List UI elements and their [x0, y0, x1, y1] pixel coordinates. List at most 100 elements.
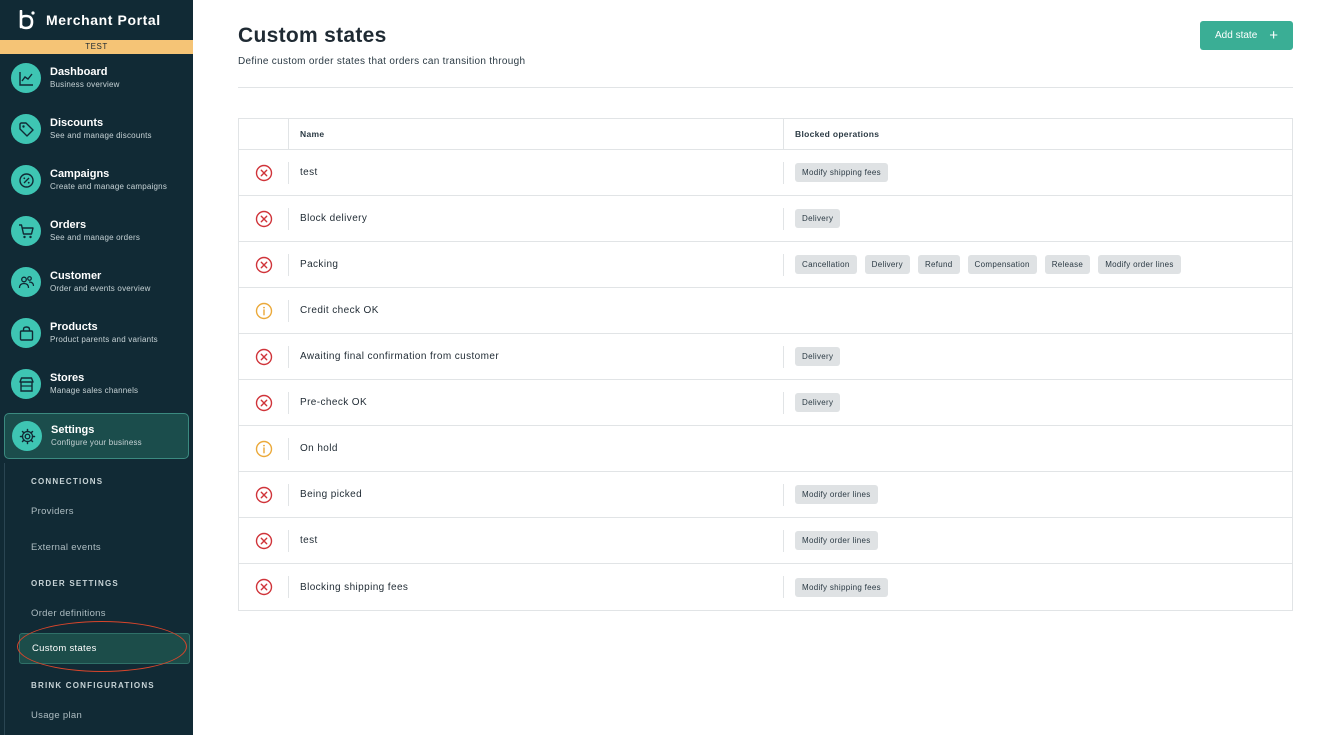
nav-item-campaigns[interactable]: Campaigns Create and manage campaigns [4, 157, 189, 203]
state-name: Block delivery [288, 207, 783, 230]
table-row[interactable]: Credit check OK [239, 288, 1292, 334]
header-icon-col [239, 119, 288, 149]
operation-tag: Cancellation [795, 255, 857, 274]
nav-item-dashboard[interactable]: Dashboard Business overview [4, 55, 189, 101]
main-content: Custom states Define custom order states… [193, 0, 1328, 735]
nav-sub-dashboard: Business overview [50, 80, 120, 89]
subnav-custom-states[interactable]: Custom states [19, 633, 190, 664]
state-name: Awaiting final confirmation from custome… [288, 345, 783, 368]
nav-sub-discounts: See and manage discounts [50, 131, 152, 140]
info-circle-icon [239, 426, 288, 471]
nav-title-orders: Orders [50, 219, 87, 231]
plus-icon: + [1269, 27, 1279, 44]
operation-tag: Delivery [795, 393, 841, 412]
subnav-providers[interactable]: Providers [31, 506, 74, 517]
add-state-button[interactable]: Add state + [1200, 21, 1293, 50]
subnav-order-definitions[interactable]: Order definitions [31, 608, 106, 619]
operation-tag: Modify shipping fees [795, 577, 888, 597]
table-row[interactable]: Packing Cancellation Delivery Refund Compens… [239, 242, 1292, 288]
blocked-operations: Cancellation Delivery Refund Compensation Re… [783, 253, 1292, 276]
env-badge: TEST [0, 40, 193, 54]
section-order-settings: ORDER SETTINGS [31, 579, 119, 588]
table-row[interactable]: On hold [239, 426, 1292, 472]
state-name: Being picked [288, 483, 783, 506]
blocked-operations: Modify order lines [783, 529, 1292, 552]
table-header: Name Blocked operations [239, 119, 1292, 150]
bag-icon [11, 318, 41, 348]
nav-sub-orders: See and manage orders [50, 233, 141, 242]
operation-tag: Modify order lines [1098, 255, 1181, 274]
state-name: Blocking shipping fees [288, 576, 783, 598]
x-circle-icon [239, 150, 288, 195]
header-name: Name [288, 119, 783, 149]
cart-icon [11, 216, 41, 246]
blocked-operations: Delivery [783, 391, 1292, 414]
page-subtitle: Define custom order states that orders c… [238, 56, 526, 67]
x-circle-icon [239, 518, 288, 563]
info-circle-icon [239, 288, 288, 333]
app-title: Merchant Portal [46, 12, 161, 28]
nav-sub-customer: Order and events overview [50, 284, 151, 293]
nav-sub-products: Product parents and variants [50, 335, 158, 344]
states-table: Name Blocked operations test Modify shipp… [238, 118, 1293, 611]
table-row[interactable]: Blocking shipping fees Modify shipping fe… [239, 564, 1292, 610]
nav-item-products[interactable]: Products Product parents and variants [4, 310, 189, 356]
state-name: Credit check OK [288, 299, 783, 322]
subnav-external-events[interactable]: External events [31, 542, 101, 553]
brand-logo-icon [19, 10, 35, 30]
settings-subnav: CONNECTIONS Providers External events OR… [4, 463, 190, 735]
table-row[interactable]: test Modify shipping fees [239, 150, 1292, 196]
blocked-operations: Modify shipping fees [783, 161, 1292, 184]
table-row[interactable]: test Modify order lines [239, 518, 1292, 564]
operation-tag: Refund [917, 255, 960, 274]
operation-tag: Modify order lines [795, 485, 878, 504]
blocked-operations: Modify order lines [783, 483, 1292, 506]
blocked-operations [783, 438, 1292, 460]
nav-item-orders[interactable]: Orders See and manage orders [4, 208, 189, 254]
nav-item-settings[interactable]: Settings Configure your business [4, 413, 189, 459]
state-name: Packing [288, 253, 783, 276]
tag-icon [11, 114, 41, 144]
state-name: test [288, 161, 783, 184]
nav-title-customer: Customer [50, 270, 102, 282]
brand[interactable]: Merchant Portal [0, 0, 193, 40]
table-row[interactable]: Block delivery Delivery [239, 196, 1292, 242]
nav-title-campaigns: Campaigns [50, 168, 110, 180]
section-connections: CONNECTIONS [31, 477, 104, 486]
table-row[interactable]: Being picked Modify order lines [239, 472, 1292, 518]
state-name: On hold [288, 437, 783, 460]
gear-icon [12, 421, 42, 451]
blocked-operations [783, 300, 1292, 322]
x-circle-icon [239, 380, 288, 425]
x-circle-icon [239, 196, 288, 241]
chart-line-icon [11, 63, 41, 93]
table-row[interactable]: Pre-check OK Delivery [239, 380, 1292, 426]
add-state-label: Add state [1215, 30, 1258, 41]
operation-tag: Delivery [864, 255, 910, 274]
users-icon [11, 267, 41, 297]
operation-tag: Release [1044, 255, 1091, 274]
operation-tag: Modify order lines [795, 531, 878, 550]
nav-item-stores[interactable]: Stores Manage sales channels [4, 361, 189, 407]
nav-title-settings: Settings [51, 424, 95, 436]
nav-item-customer[interactable]: Customer Order and events overview [4, 259, 189, 305]
nav-sub-campaigns: Create and manage campaigns [50, 182, 168, 191]
header-blocked-operations: Blocked operations [783, 119, 1292, 149]
nav-title-discounts: Discounts [50, 117, 104, 129]
nav-sub-settings: Configure your business [51, 438, 142, 447]
x-circle-icon [239, 242, 288, 287]
x-circle-icon [239, 472, 288, 517]
table-row[interactable]: Awaiting final confirmation from custome… [239, 334, 1292, 380]
page-title: Custom states [238, 24, 387, 47]
percent-icon [11, 165, 41, 195]
operation-tag: Delivery [795, 347, 841, 366]
header-divider [238, 87, 1293, 88]
blocked-operations: Modify shipping fees [783, 576, 1292, 598]
subnav-usage-plan[interactable]: Usage plan [31, 710, 82, 721]
nav-title-dashboard: Dashboard [50, 66, 108, 78]
nav-sub-stores: Manage sales channels [50, 386, 139, 395]
nav-item-discounts[interactable]: Discounts See and manage discounts [4, 106, 189, 152]
operation-tag: Compensation [967, 255, 1037, 274]
nav-title-products: Products [50, 321, 98, 333]
section-brink-configurations: BRINK CONFIGURATIONS [31, 681, 155, 690]
